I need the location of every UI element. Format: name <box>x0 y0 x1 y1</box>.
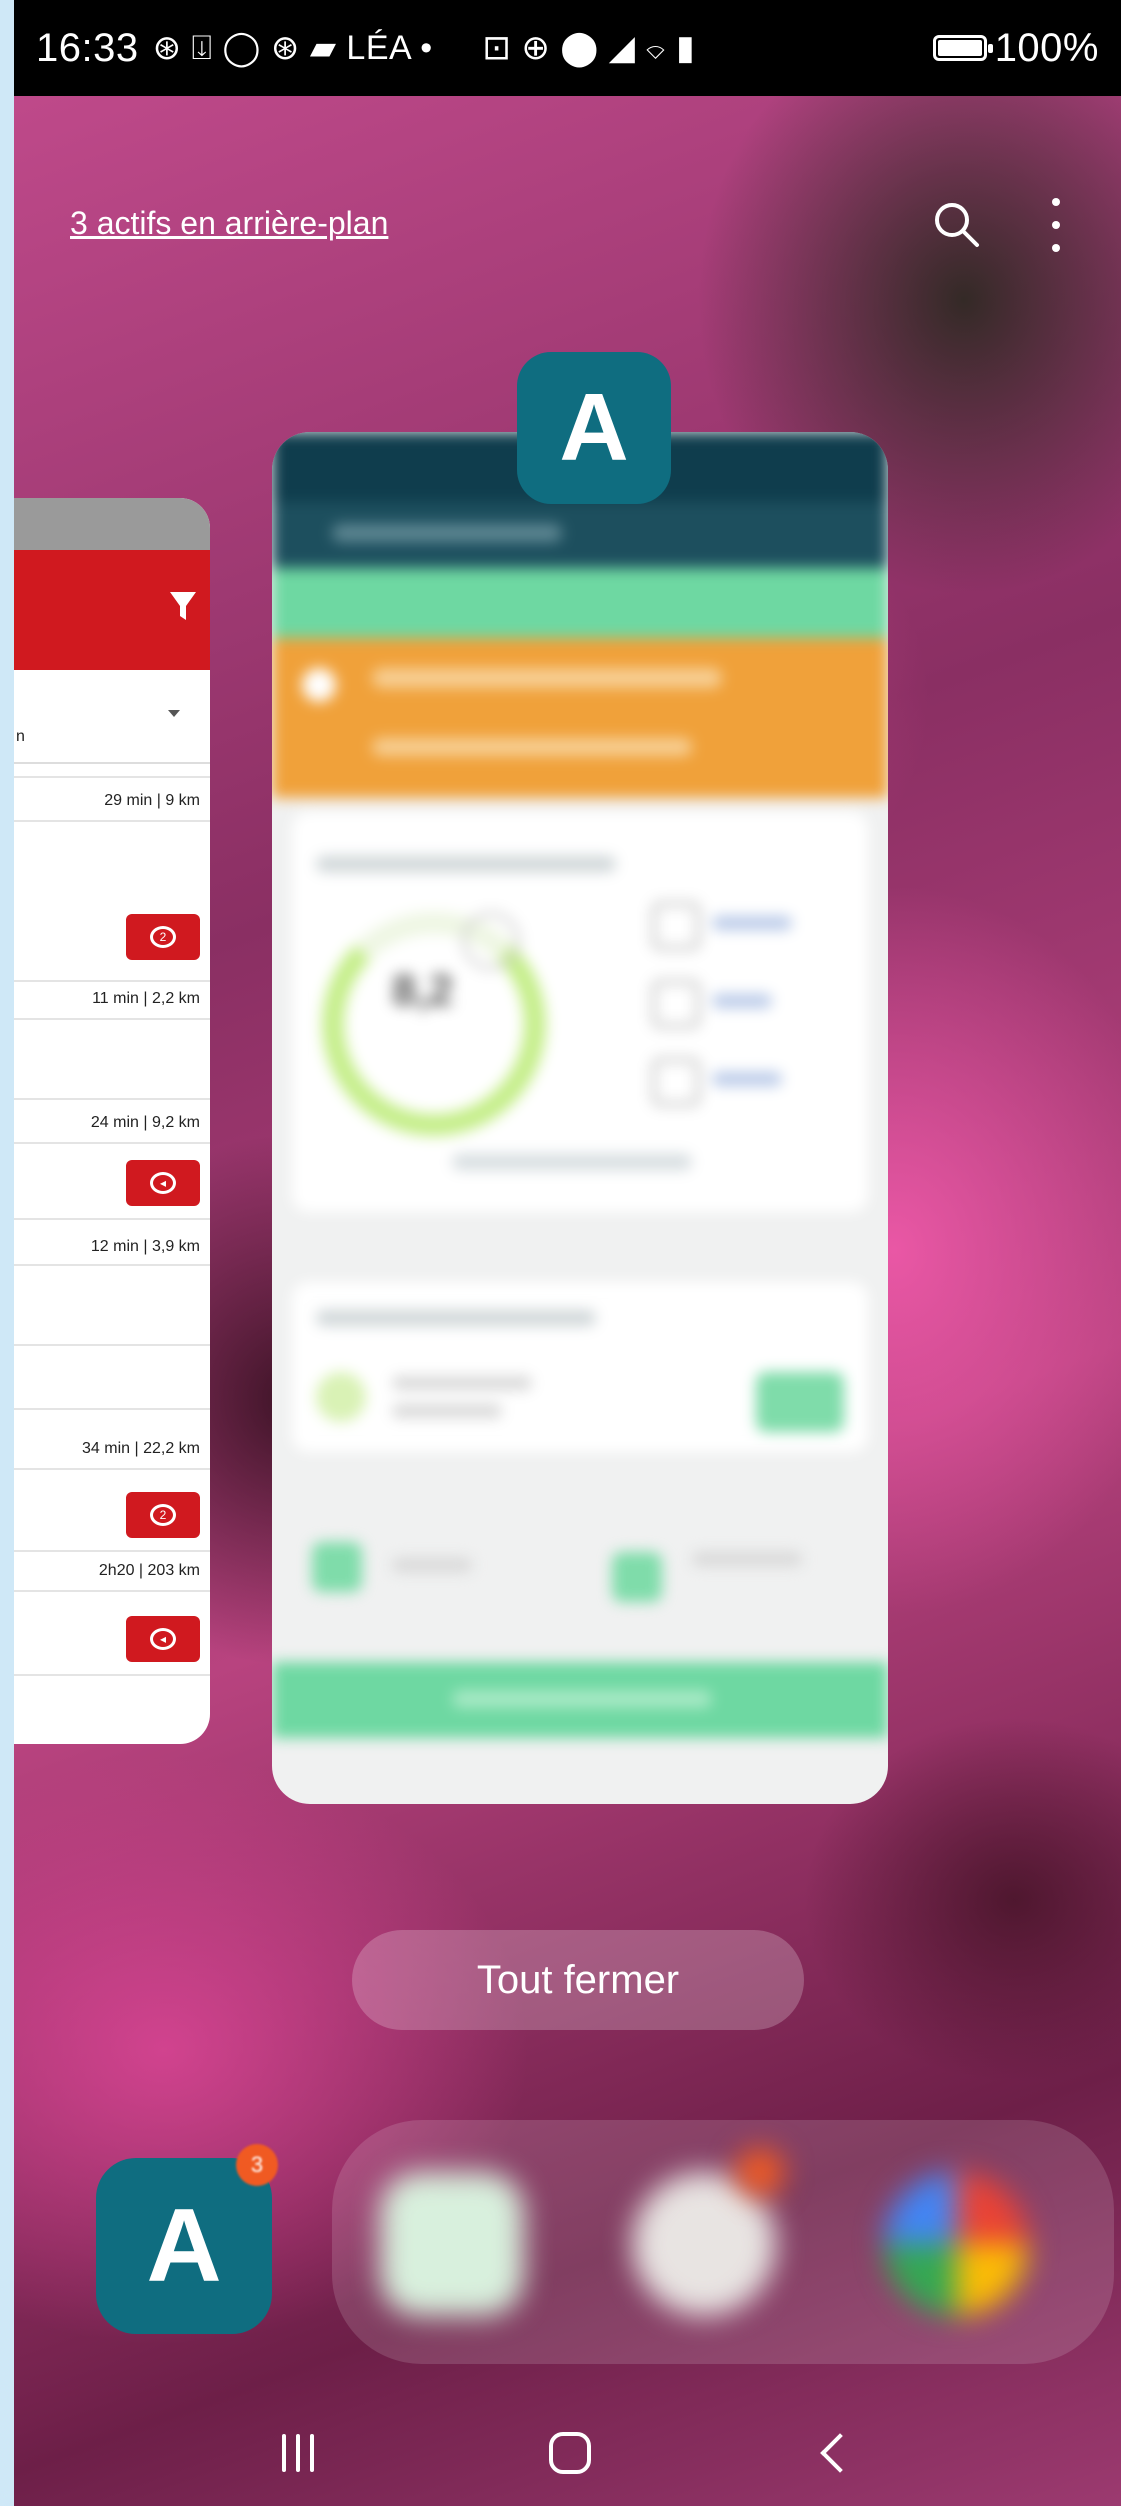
recent-app-card-main[interactable]: 8,2 <box>272 432 888 1804</box>
recents-screen: 16:33 ⊛ ⍗ ◯ ⊛ ▰ LÉA • ⊡ ⊕ ⬤ ◢ ⌔ ▮ 100% 3… <box>14 0 1121 2506</box>
battery-icon <box>932 35 993 61</box>
route-info: 34 min | 22,2 km <box>82 1440 200 1457</box>
card-main-content: 8,2 <box>272 432 888 1804</box>
route-info: 2h20 | 203 km <box>98 1562 200 1579</box>
app-icon[interactable]: A <box>517 352 671 504</box>
filter-icon <box>170 592 196 620</box>
notification-badge: 3 <box>236 2144 278 2186</box>
card-left-titlebar <box>14 498 210 550</box>
home-icon[interactable] <box>548 2432 591 2474</box>
suggested-app-icon[interactable] <box>380 2172 524 2316</box>
recent-app-card-left[interactable]: n 29 min | 9 km 2 11 min | 2,2 km 24 min… <box>14 498 210 1744</box>
notification-icons: ⊛ ⍗ ◯ ⊛ ▰ LÉA • <box>152 29 433 67</box>
recent-apps-icon[interactable] <box>281 2434 314 2472</box>
dock-suggestions <box>332 2120 1114 2364</box>
suggested-app-icon[interactable] <box>884 2172 1028 2316</box>
card-left-toolbar <box>14 550 210 670</box>
back-icon[interactable] <box>819 2433 860 2473</box>
search-icon[interactable] <box>930 198 984 252</box>
route-info: 11 min | 2,2 km <box>92 990 200 1007</box>
status-time: 16:33 <box>36 25 139 70</box>
route-info: 29 min | 9 km <box>104 792 200 809</box>
status-bar: 16:33 ⊛ ⍗ ◯ ⊛ ▰ LÉA • ⊡ ⊕ ⬤ ◢ ⌔ ▮ 100% <box>14 0 1121 96</box>
more-options-icon[interactable] <box>1046 198 1066 252</box>
dock-app-letter: A <box>146 2187 222 2304</box>
system-icons: ⊡ ⊕ ⬤ ◢ ⌔ ▮ <box>482 29 696 67</box>
close-all-button[interactable]: Tout fermer <box>352 1930 804 2030</box>
navigation-bar <box>14 2400 1121 2506</box>
status-notification-icons: ⊛ ⍗ ◯ ⊛ ▰ LÉA • ⊡ ⊕ ⬤ ◢ ⌔ ▮ <box>153 28 933 68</box>
sound-button: ◂ <box>126 1616 200 1662</box>
route-info: 12 min | 3,9 km <box>90 1238 200 1255</box>
battery-indicator: 100% <box>932 25 1099 71</box>
sound-button: ◂ <box>126 1160 200 1206</box>
app-icon-letter: A <box>559 374 629 481</box>
background-apps-link[interactable]: 3 actifs en arrière-plan <box>70 205 388 242</box>
message-button: 2 <box>126 914 200 960</box>
message-button: 2 <box>126 1492 200 1538</box>
dock-app-icon[interactable]: A <box>96 2158 272 2334</box>
route-info: 24 min | 9,2 km <box>90 1114 200 1131</box>
card-left-dropdown <box>14 670 210 764</box>
card-left-stub-text: n <box>16 728 25 745</box>
battery-percent: 100% <box>994 25 1099 70</box>
